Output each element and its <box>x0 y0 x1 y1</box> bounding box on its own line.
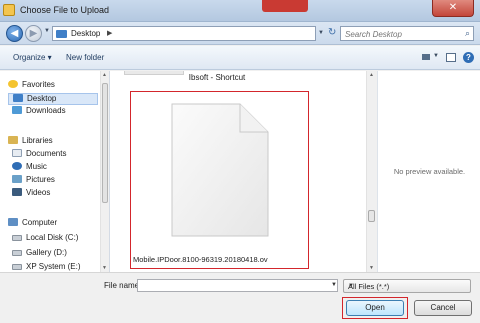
forward-button[interactable]: ▶ <box>25 25 42 42</box>
nav-item-label: Documents <box>26 149 67 158</box>
nav-item-label: Gallery (D:) <box>26 248 67 257</box>
address-box[interactable]: Desktop ▶ <box>52 26 316 41</box>
file-tile-selected[interactable]: Mobile.IPDoor.8100-96319.20180418.ov <box>130 91 309 269</box>
drive-icon <box>12 250 22 256</box>
nav-item-gallery-d[interactable]: Gallery (D:) <box>12 248 67 260</box>
nav-item-documents[interactable]: Documents <box>12 149 66 161</box>
nav-item-label: Desktop <box>27 94 57 103</box>
star-icon <box>8 80 18 88</box>
nav-item-label: Local Disk (C:) <box>26 233 79 242</box>
nav-item-label: Downloads <box>26 106 66 115</box>
file-label-ibsoft-shortcut[interactable]: Ibsoft - Shortcut <box>124 73 310 82</box>
help-icon[interactable]: ? <box>463 52 474 63</box>
address-bar: ◀ ▶ ▼ Desktop ▶ ▼ ↻ ⌕ <box>0 22 480 45</box>
nav-item-desktop[interactable]: Desktop <box>8 93 98 105</box>
content-scrollbar[interactable]: ▲ ▼ <box>366 71 376 272</box>
refresh-icon[interactable]: ↻ <box>328 27 336 38</box>
view-icon <box>422 54 430 60</box>
navigation-pane: Favorites Desktop Downloads Libraries Do… <box>0 71 110 272</box>
computer-icon <box>8 218 18 226</box>
desktop-folder-icon <box>56 30 67 38</box>
view-dropdown-icon[interactable]: ▼ <box>433 53 439 59</box>
file-name-input[interactable] <box>137 279 338 292</box>
music-icon <box>12 162 22 170</box>
breadcrumb-chevron-icon[interactable]: ▶ <box>107 29 112 37</box>
nav-favorites-label: Favorites <box>22 80 55 89</box>
file-name-dropdown-icon[interactable]: ▼ <box>331 282 337 288</box>
nav-item-videos[interactable]: Videos <box>12 188 50 200</box>
organize-menu[interactable]: Organize ▾ <box>13 53 52 62</box>
scroll-thumb[interactable] <box>368 210 375 222</box>
command-bar: Organize ▾ New folder ▼ ? <box>0 46 480 70</box>
scroll-thumb[interactable] <box>102 83 108 203</box>
file-name-field-label: File name: <box>104 281 142 290</box>
search-input[interactable] <box>345 29 455 39</box>
change-view-button[interactable]: ▼ <box>420 51 440 64</box>
title-bar: Choose File to Upload ✕ <box>0 0 480 22</box>
nav-item-local-disk-c[interactable]: Local Disk (C:) <box>12 233 78 245</box>
scroll-up-icon[interactable]: ▲ <box>102 72 107 78</box>
nav-item-label: Music <box>26 162 47 171</box>
search-icon[interactable]: ⌕ <box>465 28 470 39</box>
drive-icon <box>12 264 22 270</box>
file-type-select[interactable]: All Files (*.*) ▼ <box>343 279 471 293</box>
videos-icon <box>12 188 22 196</box>
nav-libraries[interactable]: Libraries <box>8 136 53 148</box>
nav-favorites[interactable]: Favorites <box>8 80 55 92</box>
drive-icon <box>12 235 22 241</box>
scroll-down-icon[interactable]: ▼ <box>369 265 374 271</box>
documents-icon <box>12 149 22 157</box>
nav-libraries-label: Libraries <box>22 136 53 145</box>
breadcrumb-desktop[interactable]: Desktop <box>71 29 100 38</box>
open-button[interactable]: Open <box>346 300 404 316</box>
downloads-icon <box>12 106 22 114</box>
nav-computer[interactable]: Computer <box>8 218 57 230</box>
nav-item-label: Pictures <box>26 175 55 184</box>
window-title: Choose File to Upload <box>20 5 110 15</box>
close-button[interactable]: ✕ <box>432 0 474 17</box>
back-button[interactable]: ◀ <box>6 25 23 42</box>
scroll-down-icon[interactable]: ▼ <box>102 265 107 271</box>
preview-pane-button[interactable] <box>446 53 456 62</box>
scroll-up-icon[interactable]: ▲ <box>369 72 374 78</box>
chevron-down-icon: ▼ <box>348 283 354 289</box>
app-icon <box>3 4 15 16</box>
recent-locations-dropdown[interactable]: ▼ <box>44 28 50 34</box>
file-list[interactable]: Ibsoft - Shortcut Mobile.IPDoor.8100-963… <box>110 71 376 272</box>
file-name-label: Mobile.IPDoor.8100-96319.20180418.ov <box>133 255 268 264</box>
cancel-button[interactable]: Cancel <box>414 300 472 316</box>
navigation-scrollbar[interactable]: ▲ ▼ <box>100 71 109 272</box>
nav-computer-label: Computer <box>22 218 58 227</box>
search-box[interactable]: ⌕ <box>340 26 474 41</box>
dialog-footer: File name: ▼ All Files (*.*) ▼ Open Canc… <box>0 272 480 323</box>
background-window-tab <box>262 0 308 12</box>
nav-item-label: Videos <box>26 188 51 197</box>
address-history-dropdown[interactable]: ▼ <box>318 30 324 36</box>
preview-pane: No preview available. <box>377 71 480 272</box>
nav-item-label: XP System (E:) <box>26 262 81 271</box>
blank-document-icon <box>171 103 269 237</box>
nav-item-downloads[interactable]: Downloads <box>12 106 66 118</box>
nav-item-pictures[interactable]: Pictures <box>12 175 55 187</box>
pictures-icon <box>12 175 22 183</box>
desktop-icon <box>13 94 23 102</box>
new-folder-button[interactable]: New folder <box>66 53 104 62</box>
libraries-icon <box>8 136 18 144</box>
nav-item-music[interactable]: Music <box>12 162 47 174</box>
preview-message: No preview available. <box>393 167 466 176</box>
